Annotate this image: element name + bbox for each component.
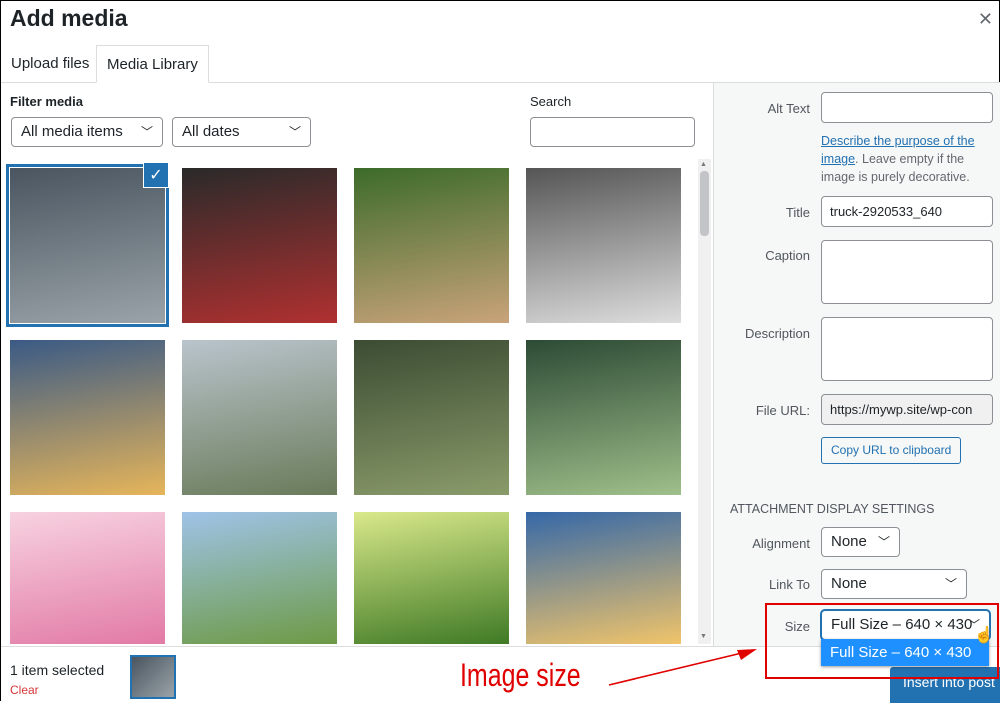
annotation-highlight-box bbox=[765, 603, 999, 679]
date-select[interactable]: All dates ﹀ bbox=[172, 117, 311, 147]
alignment-label: Alignment bbox=[752, 536, 810, 551]
media-thumbnail[interactable] bbox=[182, 340, 337, 495]
file-url-label: File URL: bbox=[755, 403, 810, 418]
media-thumbnail[interactable] bbox=[354, 168, 509, 323]
media-thumbnail[interactable] bbox=[182, 168, 337, 323]
media-thumbnail[interactable]: ✓ bbox=[6, 162, 169, 327]
copy-url-button[interactable]: Copy URL to clipboard bbox=[821, 437, 962, 464]
annotation-label: Image size bbox=[460, 657, 581, 693]
selected-thumbnail[interactable] bbox=[130, 655, 176, 699]
scroll-down-icon[interactable]: ▼ bbox=[700, 633, 707, 640]
search-label: Search bbox=[530, 94, 572, 109]
link-to-value: None bbox=[831, 575, 867, 592]
media-thumbnail[interactable] bbox=[526, 512, 681, 644]
file-url-input[interactable]: https://mywp.site/wp-con bbox=[821, 394, 993, 425]
media-thumbnail[interactable] bbox=[182, 512, 337, 644]
scrollbar-thumb[interactable] bbox=[700, 171, 709, 236]
checkmark-icon[interactable]: ✓ bbox=[143, 162, 169, 188]
clear-selection-link[interactable]: Clear bbox=[10, 683, 39, 697]
link-to-label: Link To bbox=[769, 577, 810, 592]
display-settings-heading: ATTACHMENT DISPLAY SETTINGS bbox=[730, 502, 935, 516]
alt-help: Describe the purpose of the image. Leave… bbox=[821, 132, 986, 186]
tab-upload-files[interactable]: Upload files bbox=[1, 45, 99, 83]
alignment-value: None bbox=[831, 533, 867, 550]
title-input[interactable]: truck-2920533_640 bbox=[821, 196, 993, 227]
media-thumbnail[interactable] bbox=[526, 340, 681, 495]
caption-label: Caption bbox=[765, 248, 810, 263]
chevron-down-icon: ﹀ bbox=[288, 125, 301, 139]
alt-text-input[interactable] bbox=[821, 92, 993, 123]
alignment-select[interactable]: None ﹀ bbox=[821, 527, 900, 557]
media-thumbnail[interactable] bbox=[10, 512, 165, 644]
media-thumbnail[interactable] bbox=[354, 512, 509, 644]
media-type-value: All media items bbox=[21, 123, 123, 140]
date-value: All dates bbox=[182, 123, 240, 140]
chevron-down-icon: ﹀ bbox=[877, 535, 890, 549]
modal-title: Add media bbox=[10, 5, 128, 31]
link-to-select[interactable]: None ﹀ bbox=[821, 569, 967, 599]
search-input[interactable] bbox=[530, 117, 695, 147]
annotation-arrow bbox=[608, 649, 757, 686]
media-thumbnail[interactable] bbox=[354, 340, 509, 495]
close-icon[interactable]: ✕ bbox=[978, 9, 993, 30]
scroll-up-icon[interactable]: ▲ bbox=[700, 161, 707, 168]
description-textarea[interactable] bbox=[821, 317, 993, 381]
title-label: Title bbox=[785, 205, 810, 220]
media-thumbnail[interactable] bbox=[526, 168, 681, 323]
tab-media-library[interactable]: Media Library bbox=[96, 45, 209, 83]
attachment-details: Alt Text Describe the purpose of the ima… bbox=[713, 83, 1000, 646]
media-type-select[interactable]: All media items ﹀ bbox=[11, 117, 163, 147]
chevron-down-icon: ﹀ bbox=[944, 577, 957, 591]
description-label: Description bbox=[744, 326, 810, 341]
media-thumbnail[interactable] bbox=[10, 340, 165, 495]
caption-textarea[interactable] bbox=[821, 240, 993, 304]
filter-label: Filter media bbox=[10, 94, 83, 109]
alt-text-label: Alt Text bbox=[767, 101, 810, 116]
selection-count: 1 item selected bbox=[10, 662, 105, 678]
tab-bar: Upload files Media Library bbox=[1, 45, 1000, 83]
chevron-down-icon: ﹀ bbox=[140, 125, 153, 139]
